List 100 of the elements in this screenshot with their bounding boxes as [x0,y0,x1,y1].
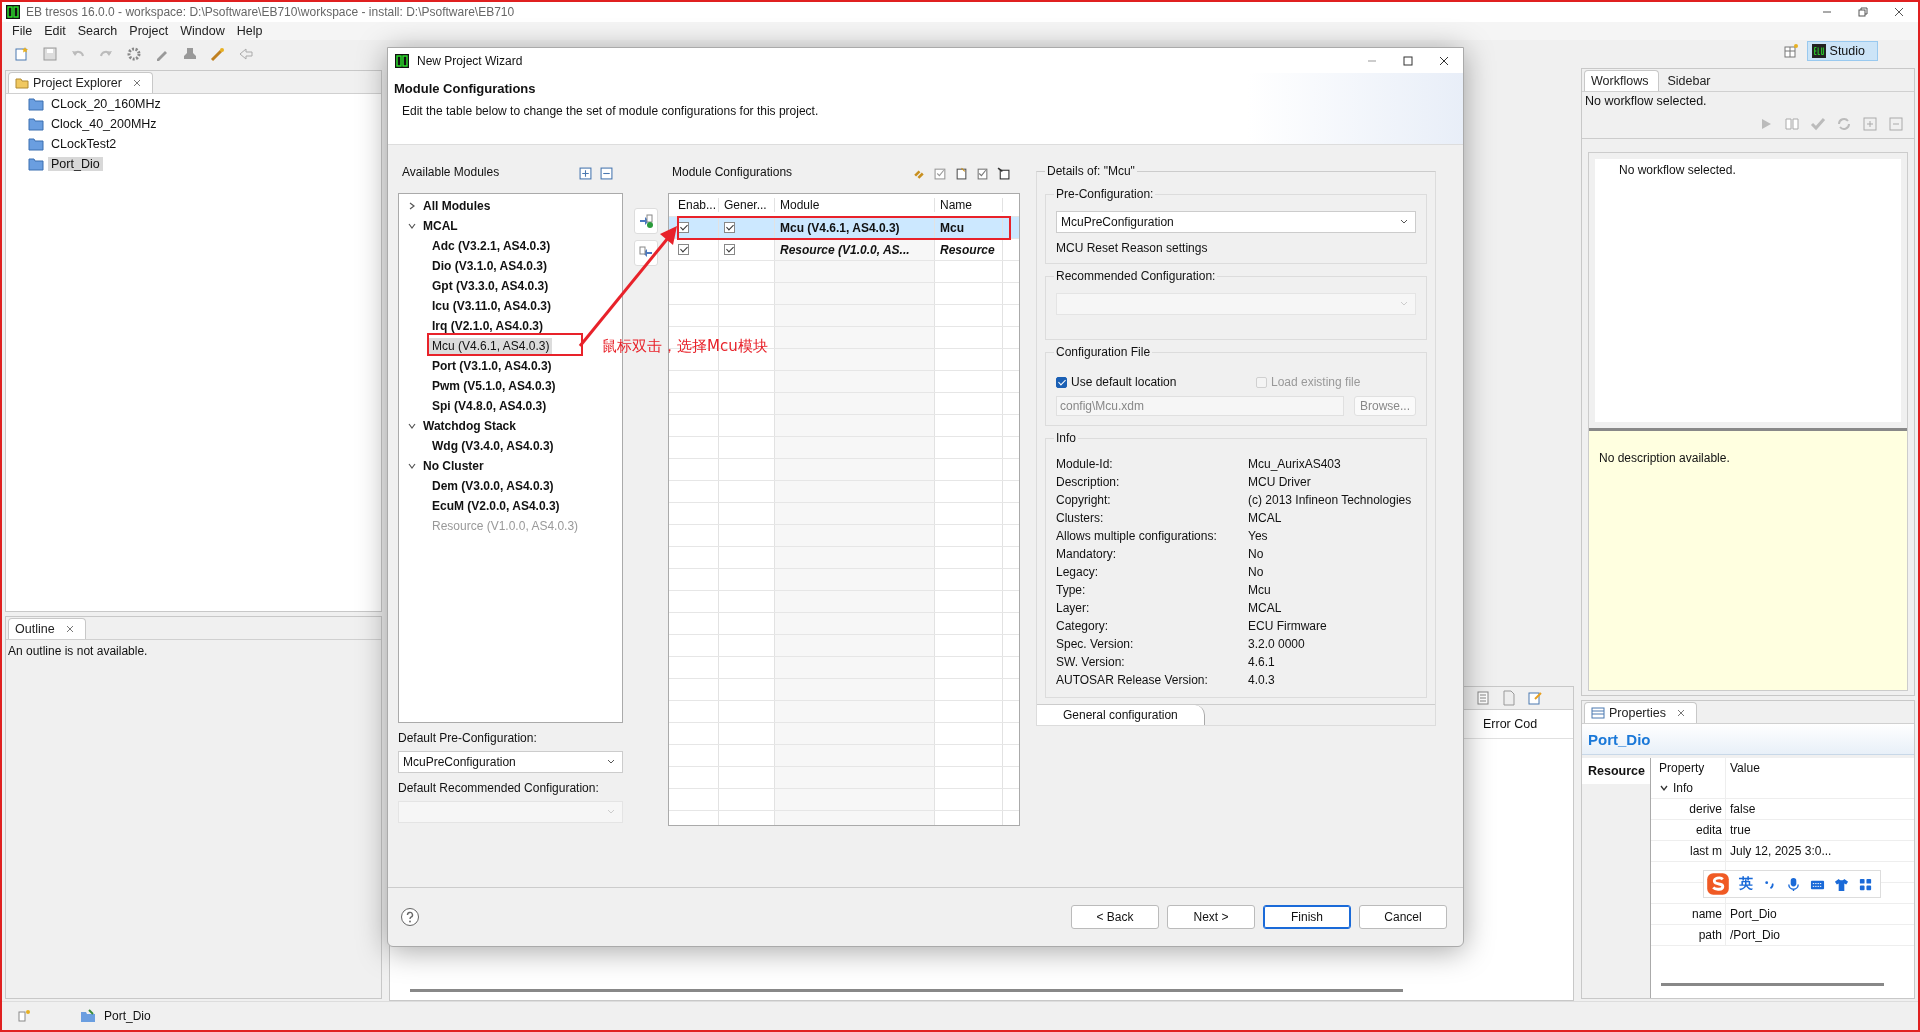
module-item[interactable]: Mcu (V4.6.1, AS4.0.3) [429,338,553,354]
dialog-button[interactable]: Finish [1263,905,1351,929]
info-label: Module-Id: [1056,457,1114,471]
group-title: Recommended Configuration: [1054,269,1218,283]
workflow-status: No workflow selected. [1584,93,1708,110]
info-label: Type: [1056,583,1087,597]
info-value: Yes [1248,529,1269,543]
column-header[interactable]: Enab... [669,198,719,212]
menu-item[interactable]: File [6,24,39,38]
group-title: Configuration File [1054,345,1153,359]
module-item[interactable]: Irq (V2.1.0, AS4.0.3) [429,318,546,334]
resource-title: Port_Dio [1582,724,1914,755]
field-label: Default Pre-Configuration: [398,731,538,747]
module-item[interactable]: Gpt (V3.3.0, AS4.0.3) [429,278,552,294]
info-value: No [1248,565,1265,579]
tree-group[interactable]: MCAL [423,219,458,233]
info-value: MCU Driver [1248,475,1312,489]
perspective-button[interactable]: Studio [1806,41,1878,61]
module-item[interactable]: Adc (V3.2.1, AS4.0.3) [429,238,554,254]
description-text: No description available. [1599,451,1730,465]
info-value: ECU Firmware [1248,619,1328,633]
dialog-button[interactable]: < Back [1071,905,1159,929]
module-item[interactable]: Icu (V3.11.0, AS4.0.3) [429,298,554,314]
property-name: derive [1689,802,1722,816]
configuration-row[interactable]: Resource (V1.0.0, AS... Resource [669,239,1019,261]
checkbox-label[interactable]: Use default location [1071,375,1177,389]
property-name: edita [1695,823,1722,837]
configuration-name: Mcu [940,220,964,235]
explorer-entry[interactable]: Port_Dio [48,157,103,171]
view-tab[interactable]: Workflows [1584,70,1660,91]
menu-item[interactable]: Edit [38,24,72,38]
ime-toolbar[interactable]: 英 [1703,870,1881,898]
info-label: Layer: [1056,601,1091,615]
module-item[interactable]: Dio (V3.1.0, AS4.0.3) [429,258,550,274]
side-tab[interactable]: Resource [1582,758,1650,784]
details-tab[interactable]: General configuration [1037,705,1205,725]
view-tab[interactable]: Properties [1584,702,1697,723]
configuration-name: Resource [940,242,995,257]
property-name: name [1691,907,1722,921]
group-title: Pre-Configuration: [1054,187,1156,201]
info-value: 4.6.1 [1248,655,1276,669]
dialog-button[interactable]: Cancel [1359,905,1447,929]
module-item[interactable]: Port (V3.1.0, AS4.0.3) [429,358,555,374]
ime-language[interactable]: 英 [1739,875,1753,893]
column-header[interactable]: Value [1726,761,1914,775]
explorer-entry[interactable]: CLock_20_160MHz [48,97,164,111]
browse-button[interactable]: Browse... [1354,396,1416,416]
info-value: Mcu_AurixAS403 [1248,457,1342,471]
view-tab[interactable]: Outline [8,618,86,639]
tree-group[interactable]: Watchdog Stack [423,419,516,433]
property-group[interactable]: Info [1673,781,1693,795]
info-label: AUTOSAR Release Version: [1056,673,1209,687]
info-label: Clusters: [1056,511,1105,525]
pre-configuration-dropdown[interactable]: McuPreConfiguration [1056,211,1416,233]
explorer-entry[interactable]: CLockTest2 [48,137,120,151]
dialog-title: New Project Wizard [417,53,523,68]
module-name: Resource (V1.0.0, AS... [780,242,910,257]
pre-configuration-dropdown[interactable]: McuPreConfiguration [398,751,623,773]
view-tab[interactable]: Project Explorer [8,72,153,93]
explorer-entry[interactable]: Clock_40_200MHz [48,117,160,131]
property-value: false [1729,802,1757,816]
property-value: Port_Dio [1729,907,1778,921]
module-item[interactable]: Wdg (V3.4.0, AS4.0.3) [429,438,557,454]
module-item[interactable]: Dem (V3.0.0, AS4.0.3) [429,478,557,494]
info-label: Allows multiple configurations: [1056,529,1218,543]
configuration-note: MCU Reset Reason settings [1056,241,1209,255]
group-title: Info [1054,431,1078,445]
menu-item[interactable]: Window [174,24,231,38]
info-label: Spec. Version: [1056,637,1135,651]
page-description: Edit the table below to change the set of module configurations for this project. [402,104,820,118]
module-item[interactable]: EcuM (V2.0.0, AS4.0.3) [429,498,563,514]
property-value: July 12, 2025 3:0... [1729,844,1833,858]
info-value: 4.0.3 [1248,673,1276,687]
column-header[interactable]: Module [775,198,935,212]
info-label: Legacy: [1056,565,1100,579]
info-value: Mcu [1248,583,1272,597]
column-header[interactable]: Gener... [719,198,775,212]
info-label: Category: [1056,619,1110,633]
module-name: Mcu (V4.6.1, AS4.0.3) [780,220,900,235]
property-name: path [1698,928,1722,942]
info-value: MCAL [1248,511,1283,525]
module-item[interactable]: Spi (V4.8.0, AS4.0.3) [429,398,550,414]
property-value: /Port_Dio [1729,928,1782,942]
info-label: SW. Version: [1056,655,1126,669]
outline-message: An outline is not available. [7,643,149,660]
section-title: Module Configurations [672,165,793,179]
dialog-button[interactable]: Next > [1167,905,1255,929]
menu-item[interactable]: Help [230,24,269,38]
module-item[interactable]: Pwm (V5.1.0, AS4.0.3) [429,378,559,394]
column-header[interactable]: Name [935,198,1003,212]
info-value: MCAL [1248,601,1283,615]
annotation-text: 鼠标双击，选择Mcu模块 [602,337,768,356]
view-tab[interactable]: Sidebar [1661,71,1721,91]
info-label: Copyright: [1056,493,1112,507]
column-header[interactable]: Property [1651,758,1726,778]
menu-item[interactable]: Search [71,24,124,38]
tree-group[interactable]: No Cluster [423,459,484,473]
menu-item[interactable]: Project [123,24,175,38]
tree-group[interactable]: All Modules [423,199,491,213]
workflow-list-message: No workflow selected. [1619,163,1736,177]
